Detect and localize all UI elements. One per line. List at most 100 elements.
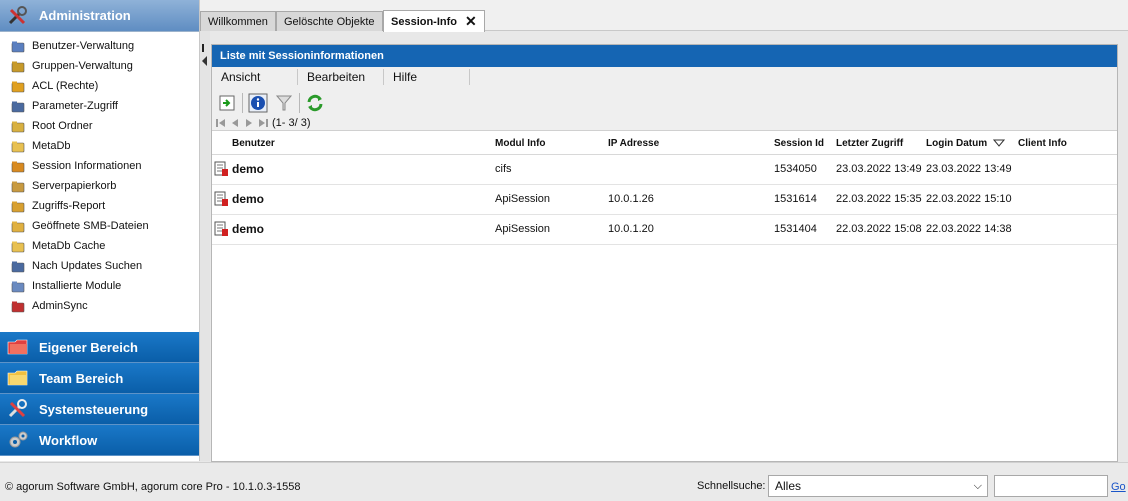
- next-page-icon[interactable]: [242, 117, 256, 129]
- status-footer: © agorum Software GmbH, agorum core Pro …: [0, 462, 1128, 501]
- session-icon: [10, 159, 26, 173]
- cell-module-info: ApiSession: [495, 193, 551, 205]
- column-client-info[interactable]: Client Info: [1018, 131, 1067, 155]
- column-letzter-zugriff[interactable]: Letzter Zugriff: [836, 131, 903, 155]
- menu-bearbeiten[interactable]: Bearbeiten: [298, 69, 384, 85]
- admin-item-gruppen-verwaltung[interactable]: Gruppen-Verwaltung: [0, 56, 199, 76]
- quick-search-input[interactable]: [994, 475, 1108, 497]
- admin-item-label: Session Informationen: [32, 160, 142, 172]
- column-login-datum[interactable]: Login Datum: [926, 131, 1006, 155]
- pager: (1- 3/ 3): [214, 116, 311, 129]
- admin-item-parameter-zugriff[interactable]: Parameter-Zugriff: [0, 96, 199, 116]
- quick-search-select[interactable]: Alles ⌵: [768, 475, 988, 497]
- admin-item-label: Serverpapierkorb: [32, 180, 117, 192]
- close-icon[interactable]: ✕: [465, 13, 477, 30]
- admin-item-zugriffs-report[interactable]: Zugriffs-Report: [0, 196, 199, 216]
- sort-descending-icon: [993, 139, 1006, 147]
- sidebar-splitter[interactable]: [200, 0, 210, 461]
- previous-page-icon[interactable]: [228, 117, 242, 129]
- grid-body: demo cifs 1534050 23.03.2022 13:49 23.03.202…: [212, 155, 1117, 245]
- admin-item-root-ordner[interactable]: Root Ordner: [0, 116, 199, 136]
- admin-item-adminsync[interactable]: AdminSync: [0, 296, 199, 316]
- refresh-icon: [307, 94, 323, 112]
- column-session-id[interactable]: Session Id: [774, 131, 824, 155]
- tab-geloeschte-objekte[interactable]: Gelöschte Objekte: [276, 11, 383, 31]
- collapse-arrow-icon[interactable]: [202, 56, 207, 66]
- admin-item-label: Nach Updates Suchen: [32, 260, 143, 272]
- admin-item-geöffnete-smb-dateien[interactable]: Geöffnete SMB-Dateien: [0, 216, 199, 236]
- admin-item-label: ACL (Rechte): [32, 80, 99, 92]
- system-tools-icon: [6, 398, 30, 420]
- admin-item-serverpapierkorb[interactable]: Serverpapierkorb: [0, 176, 199, 196]
- tab-willkommen[interactable]: Willkommen: [200, 11, 276, 31]
- cell-module-info: cifs: [495, 163, 512, 175]
- chevron-down-icon: ⌵: [973, 480, 982, 492]
- session-panel: Liste mit Sessioninformationen Ansicht B…: [211, 44, 1118, 462]
- cell-login-date: 22.03.2022 14:38: [926, 223, 1012, 235]
- cell-session-id: 1534050: [774, 163, 817, 175]
- cell-last-access: 23.03.2022 13:49: [836, 163, 922, 175]
- cell-ip: 10.0.1.26: [608, 193, 654, 205]
- splitter-handle[interactable]: [202, 44, 204, 52]
- group-icon: [10, 59, 26, 73]
- toolbar-separator: [299, 93, 300, 113]
- cache-icon: [10, 239, 26, 253]
- section-administration-label: Administration: [39, 8, 131, 23]
- admin-item-session-informationen[interactable]: Session Informationen: [0, 156, 199, 176]
- menubar: Ansicht Bearbeiten Hilfe: [212, 67, 1117, 87]
- admin-menu-list: Benutzer-Verwaltung Gruppen-Verwaltung ACL…: [0, 32, 199, 332]
- filter-button[interactable]: [273, 92, 295, 114]
- copyright-text: © agorum Software GmbH, agorum core Pro …: [5, 481, 301, 493]
- cell-last-access: 22.03.2022 15:08: [836, 223, 922, 235]
- menu-ansicht[interactable]: Ansicht: [212, 69, 298, 85]
- session-doc-icon: [214, 161, 228, 177]
- export-button[interactable]: [216, 92, 238, 114]
- admin-item-metadb[interactable]: MetaDb: [0, 136, 199, 156]
- admin-item-acl-rechte[interactable]: ACL (Rechte): [0, 76, 199, 96]
- section-eigener-bereich[interactable]: Eigener Bereich: [0, 332, 199, 363]
- column-benutzer[interactable]: Benutzer: [232, 131, 275, 155]
- user-icon: [10, 39, 26, 53]
- table-row[interactable]: demo ApiSession 10.0.1.26 1531614 22.03.2022…: [212, 185, 1117, 215]
- admin-item-label: Parameter-Zugriff: [32, 100, 118, 112]
- cell-last-access: 22.03.2022 15:35: [836, 193, 922, 205]
- module-icon: [10, 279, 26, 293]
- metadb-icon: [10, 139, 26, 153]
- panel-title: Liste mit Sessioninformationen: [212, 45, 1117, 67]
- quick-search-label: Schnellsuche:: [697, 480, 766, 492]
- tools-icon: [6, 5, 30, 27]
- admin-item-benutzer-verwaltung[interactable]: Benutzer-Verwaltung: [0, 36, 199, 56]
- parameter-icon: [10, 99, 26, 113]
- table-row[interactable]: demo ApiSession 10.0.1.20 1531404 22.03.2022…: [212, 215, 1117, 245]
- quick-search-selected: Alles: [775, 479, 802, 493]
- column-modul-info[interactable]: Modul Info: [495, 131, 546, 155]
- admin-item-label: Root Ordner: [32, 120, 93, 132]
- info-button[interactable]: [247, 92, 269, 114]
- section-team-bereich[interactable]: Team Bereich: [0, 363, 199, 394]
- section-systemsteuerung[interactable]: Systemsteuerung: [0, 394, 199, 425]
- tab-label: Gelöschte Objekte: [284, 15, 375, 28]
- go-link[interactable]: Go: [1111, 481, 1126, 493]
- trash-icon: [10, 179, 26, 193]
- admin-item-installierte-module[interactable]: Installierte Module: [0, 276, 199, 296]
- cell-user: demo: [232, 192, 265, 206]
- cell-module-info: ApiSession: [495, 223, 551, 235]
- session-doc-icon: [214, 191, 228, 207]
- column-ip-adresse[interactable]: IP Adresse: [608, 131, 659, 155]
- refresh-button[interactable]: [304, 92, 326, 114]
- table-row[interactable]: demo cifs 1534050 23.03.2022 13:49 23.03.202…: [212, 155, 1117, 185]
- menu-hilfe[interactable]: Hilfe: [384, 69, 470, 85]
- admin-item-nach-updates-suchen[interactable]: Nach Updates Suchen: [0, 256, 199, 276]
- admin-item-metadb-cache[interactable]: MetaDb Cache: [0, 236, 199, 256]
- iconbar: [216, 91, 330, 115]
- session-doc-icon: [214, 221, 228, 237]
- last-page-icon[interactable]: [256, 117, 270, 129]
- column-label: Login Datum: [926, 137, 988, 149]
- tab-session-info[interactable]: Session-Info ✕: [383, 10, 485, 32]
- tab-label: Session-Info: [391, 15, 458, 28]
- section-administration[interactable]: Administration: [0, 0, 199, 32]
- first-page-icon[interactable]: [214, 117, 228, 129]
- section-label: Systemsteuerung: [39, 401, 149, 417]
- section-workflow[interactable]: Workflow: [0, 425, 199, 456]
- admin-item-label: Benutzer-Verwaltung: [32, 40, 135, 52]
